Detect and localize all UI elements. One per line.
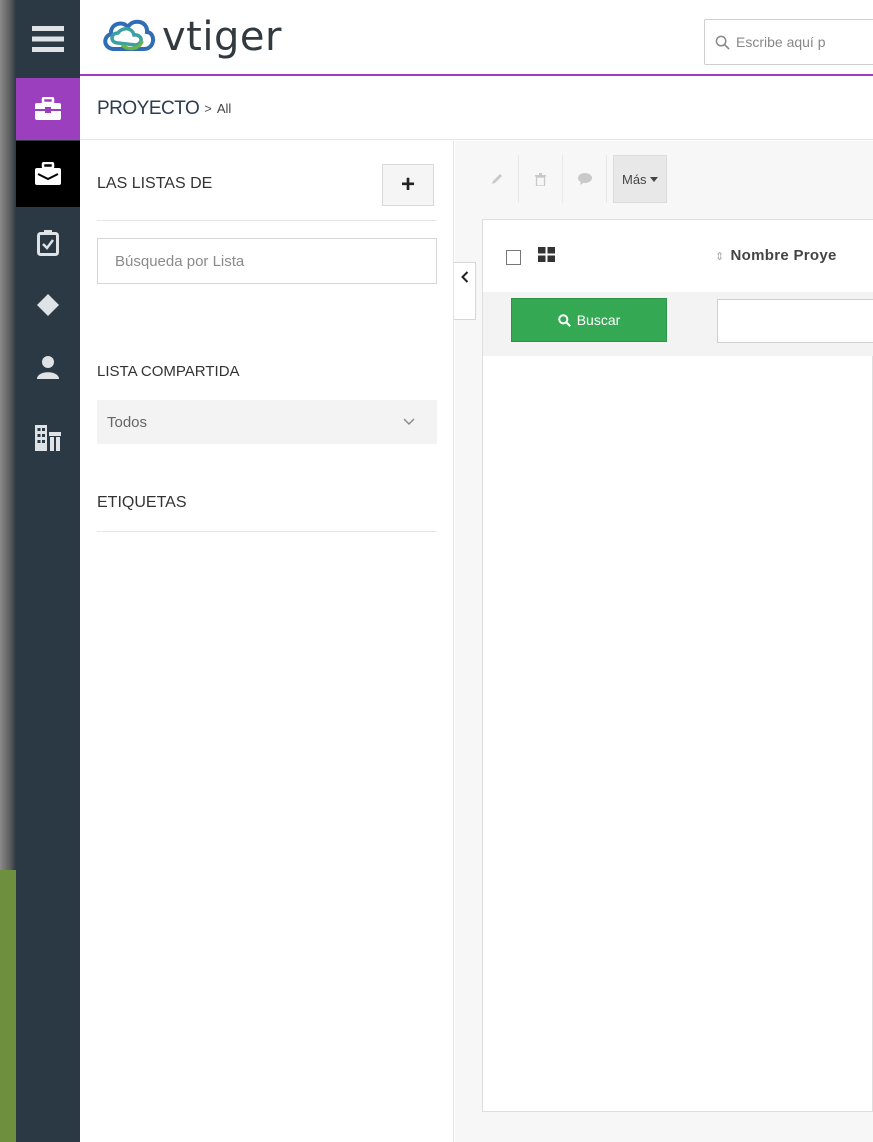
breadcrumb-separator: > xyxy=(204,101,212,116)
sidebar-item-contacts[interactable] xyxy=(16,346,80,388)
global-search-placeholder: Escribe aquí p xyxy=(736,34,826,50)
list-toolbar: Más xyxy=(475,155,667,203)
lists-panel: LAS LISTAS DE + LISTA COMPARTIDA Todos E… xyxy=(80,141,454,1142)
collapse-panel-toggle[interactable] xyxy=(454,262,476,320)
diamond-icon xyxy=(37,294,59,316)
tags-title: ETIQUETAS xyxy=(97,494,187,511)
cloud-logo-icon xyxy=(103,19,155,51)
shared-list-value: Todos xyxy=(107,413,148,431)
sidebar-item-project[interactable] xyxy=(16,141,80,207)
search-filter-row: Buscar xyxy=(483,292,873,356)
lists-panel-title: LAS LISTAS DE xyxy=(97,175,213,192)
chevron-down-icon xyxy=(403,418,415,425)
project-icon xyxy=(35,162,61,185)
breadcrumb-module[interactable]: PROYECTO xyxy=(97,98,200,120)
shared-list-title: LISTA COMPARTIDA xyxy=(97,363,240,380)
comment-icon xyxy=(577,173,592,185)
pencil-icon xyxy=(491,174,502,184)
main-content: Más ⇕ Nombre Proye Buscar xyxy=(455,141,873,1142)
search-icon xyxy=(715,35,730,50)
breadcrumb: PROYECTO > All xyxy=(80,78,873,140)
trash-icon xyxy=(535,172,546,186)
select-all-checkbox[interactable] xyxy=(506,250,521,265)
list-view: ⇕ Nombre Proye Buscar xyxy=(482,219,873,1112)
project-name-filter-input[interactable] xyxy=(717,299,873,343)
briefcase-icon xyxy=(35,97,61,120)
add-list-button[interactable]: + xyxy=(382,164,434,206)
edit-button[interactable] xyxy=(475,155,519,203)
search-button-label: Buscar xyxy=(576,312,621,328)
breadcrumb-view[interactable]: All xyxy=(217,101,231,116)
menu-button[interactable] xyxy=(16,0,80,78)
delete-button[interactable] xyxy=(519,155,563,203)
sidebar-item-tasks[interactable] xyxy=(16,222,80,264)
global-search-input[interactable]: Escribe aquí p xyxy=(704,19,873,65)
column-header-label: Nombre Proye xyxy=(730,247,837,264)
comment-button[interactable] xyxy=(563,155,607,203)
chevron-left-icon xyxy=(460,271,468,283)
sidebar-item-milestones[interactable] xyxy=(16,284,80,326)
sidebar-item-projects-module[interactable] xyxy=(16,78,80,140)
building-icon xyxy=(35,425,61,451)
divider xyxy=(97,531,437,532)
rail-background-strip xyxy=(0,870,16,1142)
search-button[interactable]: Buscar xyxy=(511,298,667,342)
clipboard-check-icon xyxy=(37,230,59,256)
top-header: vtiger Escribe aquí p xyxy=(80,0,873,76)
grid-icon[interactable] xyxy=(538,247,555,262)
divider xyxy=(97,220,437,221)
list-search-input[interactable] xyxy=(97,238,437,284)
more-actions-label: Más xyxy=(622,171,647,187)
sidebar-item-organizations[interactable] xyxy=(16,416,80,458)
sort-icon: ⇕ xyxy=(715,251,725,263)
vtiger-logo[interactable]: vtiger xyxy=(100,14,282,60)
user-icon xyxy=(37,356,59,379)
more-actions-dropdown[interactable]: Más xyxy=(613,155,667,203)
search-icon xyxy=(557,313,571,327)
logo-text: vtiger xyxy=(162,14,282,60)
menu-icon xyxy=(32,26,64,52)
shared-list-select[interactable]: Todos xyxy=(97,400,437,444)
column-header-project-name[interactable]: ⇕ Nombre Proye xyxy=(715,247,837,264)
list-header-row: ⇕ Nombre Proye xyxy=(483,220,873,292)
caret-down-icon xyxy=(649,176,658,182)
